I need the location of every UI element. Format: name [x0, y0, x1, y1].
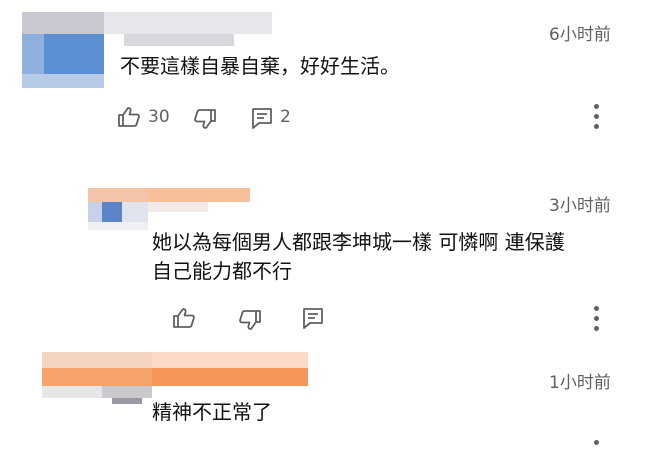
like-count: 30: [148, 107, 170, 127]
username-redacted[interactable]: [104, 12, 272, 52]
more-options-icon[interactable]: [594, 440, 600, 450]
dislike-icon[interactable]: [193, 108, 217, 130]
more-options-icon[interactable]: [594, 306, 600, 336]
timestamp: 3小时前: [549, 196, 611, 216]
username-redacted[interactable]: [152, 352, 308, 386]
comment-text: 不要這樣自暴自棄，好好生活。: [120, 54, 400, 78]
comment-text-line-2: 自己能力都不行: [152, 259, 292, 283]
reply-icon[interactable]: [302, 307, 324, 329]
like-icon[interactable]: [117, 106, 141, 128]
comment-text: 精神不正常了: [152, 400, 272, 424]
username-redacted[interactable]: [148, 188, 250, 218]
avatar[interactable]: [42, 352, 152, 406]
comment-text-line-1: 她以為每個男人都跟李坤城一樣 可憐啊 連保護: [152, 230, 565, 254]
avatar[interactable]: [88, 188, 148, 230]
dislike-icon[interactable]: [238, 309, 262, 331]
timestamp: 1小时前: [549, 373, 611, 393]
reply-icon[interactable]: [251, 107, 273, 129]
like-icon[interactable]: [172, 307, 196, 329]
timestamp: 6小时前: [549, 25, 611, 45]
avatar[interactable]: [22, 12, 104, 88]
more-options-icon[interactable]: [594, 104, 600, 134]
reply-count: 2: [280, 107, 291, 127]
